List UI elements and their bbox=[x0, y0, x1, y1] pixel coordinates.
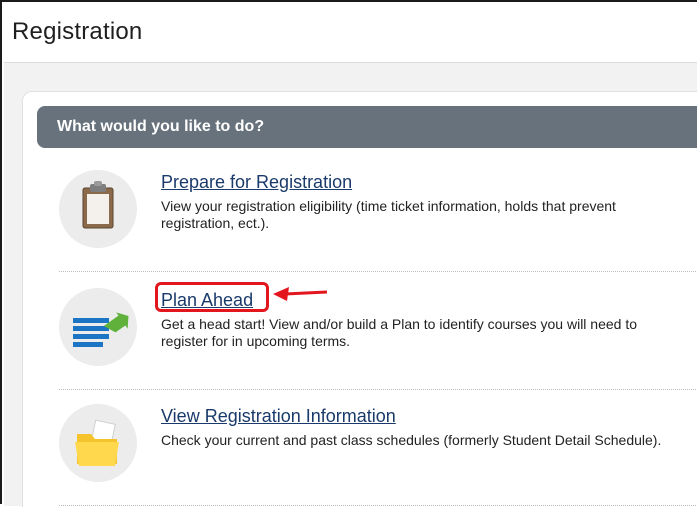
page-title: Registration bbox=[12, 18, 143, 45]
prepare-for-registration-description: View your registration eligibility (time… bbox=[161, 198, 616, 231]
folder-icon bbox=[59, 404, 137, 482]
view-registration-information-link[interactable]: View Registration Information bbox=[161, 406, 396, 427]
prepare-for-registration-link[interactable]: Prepare for Registration bbox=[161, 172, 352, 193]
plan-ahead-link[interactable]: Plan Ahead bbox=[161, 290, 253, 311]
divider bbox=[59, 389, 697, 390]
list-item-view-registration-information: View Registration Information Check your… bbox=[59, 394, 697, 506]
clipboard-icon bbox=[59, 170, 137, 248]
red-arrow-icon bbox=[273, 287, 328, 301]
card-heading: What would you like to do? bbox=[57, 118, 265, 135]
plan-ahead-description: Get a head start! View and/or build a Pl… bbox=[161, 316, 638, 349]
card-header: What would you like to do? bbox=[37, 106, 697, 148]
main-content: What would you like to do? Prepare for R… bbox=[4, 63, 697, 507]
divider bbox=[59, 505, 697, 506]
options-card: What would you like to do? Prepare for R… bbox=[22, 91, 697, 507]
window-frame: Registration What would you like to do? … bbox=[0, 0, 697, 507]
divider bbox=[59, 271, 697, 272]
list-item-plan-ahead: Plan Ahead Get a head start! View and/or… bbox=[59, 278, 697, 390]
list-item-prepare-registration: Prepare for Registration View your regis… bbox=[59, 160, 697, 272]
view-registration-information-description: Check your current and past class schedu… bbox=[161, 432, 662, 448]
plan-list-icon bbox=[59, 288, 137, 366]
page-header: Registration bbox=[4, 4, 697, 63]
